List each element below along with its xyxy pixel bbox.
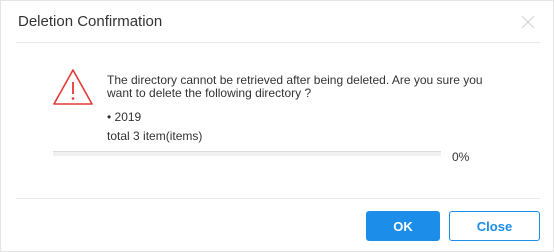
dialog-title: Deletion Confirmation [18,13,163,30]
ok-button[interactable]: OK [366,211,440,241]
confirmation-message: The directory cannot be retrieved after … [107,73,483,100]
close-x-icon[interactable] [518,12,538,32]
directory-list-item: • 2019 [107,110,142,124]
warning-triangle-icon [51,67,95,107]
total-items-count: total 3 item(items) [107,129,203,143]
delete-progress-bar [53,151,441,156]
deletion-confirmation-dialog: Deletion Confirmation The directory cann… [0,0,554,252]
progress-percent: 0% [452,150,470,164]
close-button[interactable]: Close [449,211,540,241]
header-divider [16,42,540,43]
footer-divider [16,198,540,199]
